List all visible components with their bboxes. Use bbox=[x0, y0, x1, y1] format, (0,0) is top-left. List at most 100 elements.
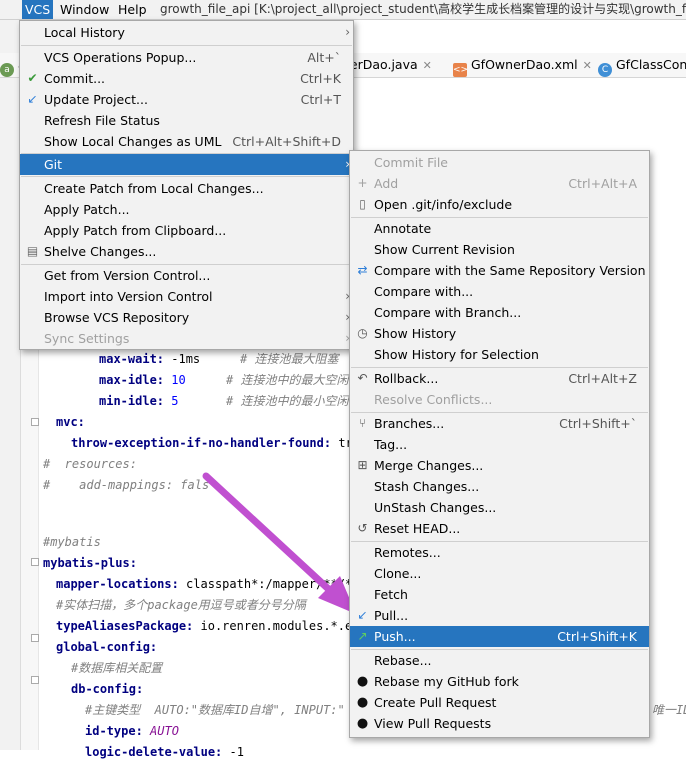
menu-item-label: Show History for Selection bbox=[374, 347, 539, 362]
menu-item-label: Apply Patch... bbox=[44, 202, 130, 217]
menu-item-commit[interactable]: ✔ Commit... Ctrl+K bbox=[20, 68, 353, 89]
menu-item-apply-patch[interactable]: Apply Patch... bbox=[20, 199, 353, 220]
menu-item-create-patch[interactable]: Create Patch from Local Changes... bbox=[20, 178, 353, 199]
tab-ownerdao-java[interactable]: nerDao.java ✕ bbox=[342, 53, 432, 77]
menu-item-add[interactable]: + Add Ctrl+Alt+A bbox=[350, 173, 649, 194]
menu-item-shortcut: Ctrl+Alt+Z bbox=[568, 371, 637, 386]
code-comment: # 连接池中的最小空闲 bbox=[226, 394, 349, 408]
menu-item-label: Shelve Changes... bbox=[44, 244, 157, 259]
menu-item-browse-vcs-repository[interactable]: Browse VCS Repository › bbox=[20, 307, 353, 328]
menu-item-git[interactable]: Git › bbox=[20, 154, 353, 175]
menu-item-label: Browse VCS Repository bbox=[44, 310, 190, 325]
menu-vcs[interactable]: VCS bbox=[22, 0, 54, 19]
menu-item-label: Create Pull Request bbox=[374, 695, 497, 710]
menu-item-label: Local History bbox=[44, 25, 125, 40]
code-comment: #mybatis bbox=[43, 535, 101, 549]
menu-item-shortcut: Ctrl+Alt+A bbox=[568, 176, 637, 191]
menu-item-label: Get from Version Control... bbox=[44, 268, 211, 283]
menu-item-apply-patch-clipboard[interactable]: Apply Patch from Clipboard... bbox=[20, 220, 353, 241]
menu-item-rebase-github-fork[interactable]: ● Rebase my GitHub fork bbox=[350, 671, 649, 692]
file-icon: a bbox=[0, 63, 14, 77]
menu-item-get-from-vc[interactable]: Get from Version Control... bbox=[20, 265, 353, 286]
menu-item-show-history-selection[interactable]: Show History for Selection bbox=[350, 344, 649, 365]
menu-bar: VCS Window Help growth_file_api [K:\proj… bbox=[0, 0, 686, 20]
menu-item-reset-head[interactable]: ↺ Reset HEAD... bbox=[350, 518, 649, 539]
menu-item-compare-same-repo-version[interactable]: ⇄ Compare with the Same Repository Versi… bbox=[350, 260, 649, 281]
menu-item-rebase[interactable]: Rebase... bbox=[350, 650, 649, 671]
menu-item-unstash-changes[interactable]: UnStash Changes... bbox=[350, 497, 649, 518]
menu-item-tag[interactable]: Tag... bbox=[350, 434, 649, 455]
menu-item-label: Stash Changes... bbox=[374, 479, 480, 494]
menu-item-show-current-revision[interactable]: Show Current Revision bbox=[350, 239, 649, 260]
menu-item-label: Rebase my GitHub fork bbox=[374, 674, 519, 689]
menu-help[interactable]: Help bbox=[115, 0, 150, 19]
code-line: throw-exception-if-no-handler-found: tru bbox=[71, 436, 360, 450]
menu-item-local-history[interactable]: Local History › bbox=[20, 22, 353, 43]
file-icon: ▯ bbox=[359, 197, 366, 211]
menu-item-label: Reset HEAD... bbox=[374, 521, 461, 536]
code-comment: #实体扫描，多个package用逗号或者分号分隔 bbox=[56, 598, 306, 612]
tab-gfclasscont[interactable]: C GfClassCont bbox=[598, 53, 686, 77]
menu-item-resolve-conflicts[interactable]: Resolve Conflicts... bbox=[350, 389, 649, 410]
menu-item-compare-with[interactable]: Compare with... bbox=[350, 281, 649, 302]
menu-item-vcs-operations-popup[interactable]: VCS Operations Popup... Alt+` bbox=[20, 47, 353, 68]
tab-gfownerdao-xml[interactable]: <> GfOwnerDao.xml ✕ bbox=[453, 53, 592, 77]
menu-item-stash-changes[interactable]: Stash Changes... bbox=[350, 476, 649, 497]
push-arrow-icon: ↗ bbox=[357, 629, 368, 643]
code-comment: # resources: bbox=[43, 457, 137, 471]
menu-item-sync-settings[interactable]: Sync Settings › bbox=[20, 328, 353, 349]
menu-item-view-pull-requests[interactable]: ● View Pull Requests bbox=[350, 713, 649, 734]
code-line: typeAliasesPackage: io.renren.modules.*.… bbox=[56, 619, 360, 633]
menu-item-pull[interactable]: ↙ Pull... bbox=[350, 605, 649, 626]
menu-item-label: Open .git/info/exclude bbox=[374, 197, 513, 212]
menu-item-open-git-exclude[interactable]: ▯ Open .git/info/exclude bbox=[350, 194, 649, 215]
menu-item-label: Annotate bbox=[374, 221, 432, 236]
menu-item-import-into-vc[interactable]: Import into Version Control › bbox=[20, 286, 353, 307]
code-comment: #主键类型 AUTO:"数据库ID自增", INPUT:" bbox=[85, 703, 345, 717]
menu-item-label: Push... bbox=[374, 629, 416, 644]
tab-label: GfClassCont bbox=[616, 57, 686, 72]
menu-item-branches[interactable]: ⑂ Branches... Ctrl+Shift+` bbox=[350, 413, 649, 434]
menu-item-commit-file[interactable]: Commit File bbox=[350, 152, 649, 173]
menu-item-label: Clone... bbox=[374, 566, 422, 581]
checkmark-icon: ✔ bbox=[27, 71, 38, 85]
menu-item-label: Show History bbox=[374, 326, 457, 341]
code-comment: # 连接池最大阻塞 bbox=[240, 352, 339, 366]
menu-item-compare-with-branch[interactable]: Compare with Branch... bbox=[350, 302, 649, 323]
update-arrow-icon: ↙ bbox=[27, 92, 38, 106]
menu-item-show-history[interactable]: ◷ Show History bbox=[350, 323, 649, 344]
menu-item-update-project[interactable]: ↙ Update Project... Ctrl+T bbox=[20, 89, 353, 110]
fold-marker-icon[interactable] bbox=[31, 558, 39, 566]
menu-item-shelve-changes[interactable]: ▤ Shelve Changes... bbox=[20, 241, 353, 262]
menu-item-create-pull-request[interactable]: ● Create Pull Request bbox=[350, 692, 649, 713]
menu-item-label: Apply Patch from Clipboard... bbox=[44, 223, 227, 238]
menu-item-remotes[interactable]: Remotes... bbox=[350, 542, 649, 563]
class-icon: C bbox=[598, 63, 612, 77]
menu-item-annotate[interactable]: Annotate bbox=[350, 218, 649, 239]
fold-marker-icon[interactable] bbox=[31, 634, 39, 642]
menu-item-label: Fetch bbox=[374, 587, 408, 602]
menu-item-push[interactable]: ↗ Push... Ctrl+Shift+K bbox=[350, 626, 649, 647]
close-icon[interactable]: ✕ bbox=[423, 59, 432, 72]
reset-icon: ↺ bbox=[357, 521, 368, 535]
menu-item-merge-changes[interactable]: ⊞ Merge Changes... bbox=[350, 455, 649, 476]
menu-item-show-local-changes-uml[interactable]: Show Local Changes as UML Ctrl+Alt+Shift… bbox=[20, 131, 353, 152]
menu-item-label: Tag... bbox=[374, 437, 408, 452]
menu-item-clone[interactable]: Clone... bbox=[350, 563, 649, 584]
code-comment: #数据库相关配置 bbox=[71, 661, 163, 675]
menu-item-rollback[interactable]: ↶ Rollback... Ctrl+Alt+Z bbox=[350, 368, 649, 389]
menu-item-fetch[interactable]: Fetch bbox=[350, 584, 649, 605]
menu-item-refresh-file-status[interactable]: Refresh File Status bbox=[20, 110, 353, 131]
close-icon[interactable]: ✕ bbox=[583, 59, 592, 72]
fold-marker-icon[interactable] bbox=[31, 676, 39, 684]
code-line: logic-delete-value: -1 bbox=[85, 745, 244, 759]
menu-item-shortcut: Ctrl+Alt+Shift+D bbox=[232, 134, 341, 149]
menu-item-label: Update Project... bbox=[44, 92, 148, 107]
fold-marker-icon[interactable] bbox=[31, 418, 39, 426]
menu-item-label: Branches... bbox=[374, 416, 445, 431]
menu-window[interactable]: Window bbox=[57, 0, 112, 19]
code-line: id-type: AUTO bbox=[85, 724, 179, 738]
menu-item-shortcut: Ctrl+K bbox=[300, 71, 341, 86]
menu-item-label: VCS Operations Popup... bbox=[44, 50, 197, 65]
menu-item-label: Add bbox=[374, 176, 399, 191]
